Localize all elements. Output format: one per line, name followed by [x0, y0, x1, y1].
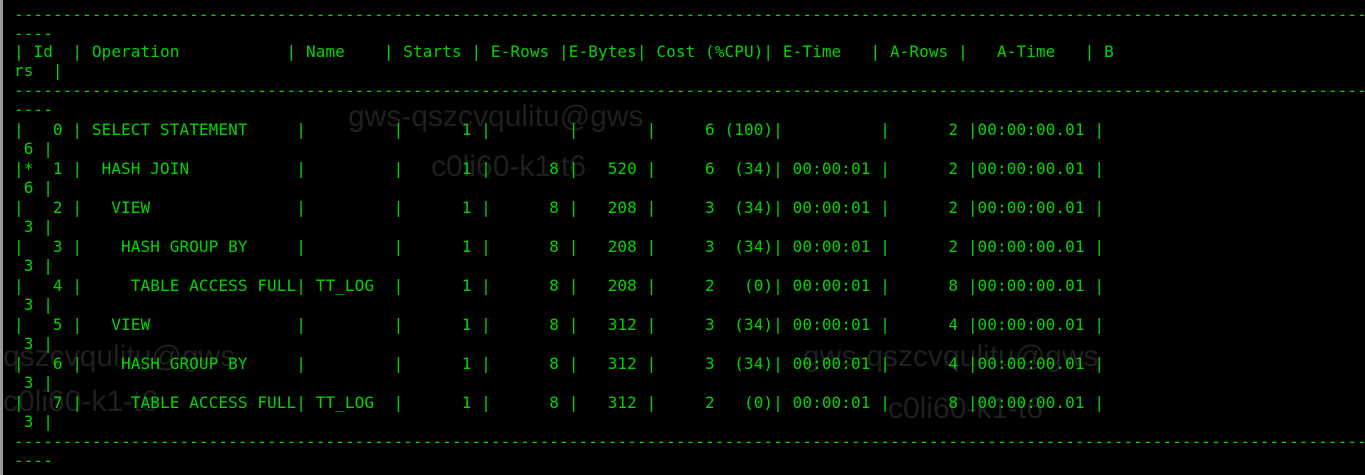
plan-row-wrap: 3 |	[14, 217, 53, 236]
terminal-window: gws-qszcvqulitu@gws c0li60-k1-t6 gws-qsz…	[0, 0, 1365, 475]
separator-tail: ----	[14, 451, 53, 470]
plan-row: | 7 | TABLE ACCESS FULL| TT_LOG | 1 | 8 …	[14, 393, 1105, 412]
plan-row: | 6 | HASH GROUP BY | | 1 | 8 | 312 | 3 …	[14, 354, 1105, 373]
header-row: | Id | Operation | Name | Starts | E-Row…	[14, 42, 1114, 61]
plan-row-wrap: 6 |	[14, 178, 53, 197]
plan-row-wrap: 3 |	[14, 295, 53, 314]
separator-line: ----------------------------------------…	[14, 81, 1365, 100]
plan-row-wrap: 6 |	[14, 139, 53, 158]
plan-row: | 4 | TABLE ACCESS FULL| TT_LOG | 1 | 8 …	[14, 276, 1105, 295]
plan-row: | 0 | SELECT STATEMENT | | 1 | | | 6 (10…	[14, 120, 1105, 139]
header-row-wrap: rs |	[14, 61, 63, 80]
plan-row-wrap: 3 |	[14, 373, 53, 392]
plan-row-wrap: 3 |	[14, 334, 53, 353]
plan-row: | 5 | VIEW | | 1 | 8 | 312 | 3 (34)| 00:…	[14, 315, 1105, 334]
plan-row: | 3 | HASH GROUP BY | | 1 | 8 | 208 | 3 …	[14, 237, 1105, 256]
separator-line: ----------------------------------------…	[14, 432, 1365, 451]
separator-line: ----------------------------------------…	[14, 5, 1365, 24]
plan-row: | 2 | VIEW | | 1 | 8 | 208 | 3 (34)| 00:…	[14, 198, 1105, 217]
plan-row: |* 1 | HASH JOIN | | 1 | 8 | 520 | 6 (34…	[14, 159, 1105, 178]
plan-row-wrap: 3 |	[14, 256, 53, 275]
separator-tail: ----	[14, 100, 53, 119]
separator-tail: ----	[14, 24, 53, 43]
plan-row-wrap: 3 |	[14, 412, 53, 431]
